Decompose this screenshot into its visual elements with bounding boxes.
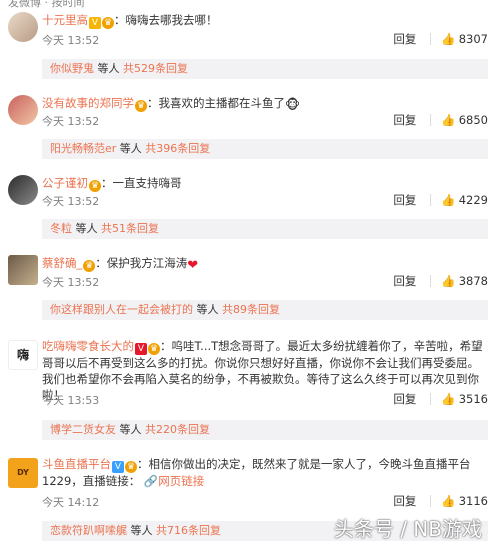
divider xyxy=(430,114,432,126)
thumbs-up-icon[interactable]: 👍 xyxy=(441,392,455,406)
sub-reply-user[interactable]: 恋款符趴啊嗦艉 xyxy=(50,524,127,537)
top-cut-text: 发微博 · 按时间 xyxy=(8,0,85,9)
reply-button[interactable]: 回复 xyxy=(393,32,416,46)
username[interactable]: 没有故事的郑同学 xyxy=(42,96,134,110)
avatar[interactable] xyxy=(8,255,38,285)
thumbs-up-icon[interactable]: 👍 xyxy=(441,193,455,207)
comment-time: 今天 14:12 xyxy=(42,496,100,509)
divider xyxy=(430,33,432,45)
level-badge-icon: ♛ xyxy=(125,461,137,473)
reply-button[interactable]: 回复 xyxy=(393,193,416,207)
sub-reply-count[interactable]: 共529条回复 xyxy=(123,62,188,75)
sub-reply-box[interactable]: 你这样跟别人在一起会被打的 等人 共89条回复 xyxy=(42,300,488,320)
comment-time: 今天 13:53 xyxy=(42,394,100,407)
thumbs-up-icon[interactable]: 👍 xyxy=(441,32,455,46)
sub-reply-user[interactable]: 你这样跟别人在一起会被打的 xyxy=(50,303,193,316)
thumbs-up-icon[interactable]: 👍 xyxy=(441,113,455,127)
divider xyxy=(430,393,432,405)
watermark: 头条号 / NB游戏 xyxy=(333,517,482,541)
crown-badge-icon: ♛ xyxy=(102,17,114,29)
reply-button[interactable]: 回复 xyxy=(393,494,416,508)
level-badge-icon: ♛ xyxy=(89,180,101,192)
divider xyxy=(430,275,432,287)
web-link[interactable]: 网页链接 xyxy=(158,474,204,488)
like-count: 3516 xyxy=(458,392,488,406)
avatar[interactable] xyxy=(8,95,38,125)
verified-badge-icon: V xyxy=(135,343,147,355)
comment-time: 今天 13:52 xyxy=(42,195,100,208)
comment-time: 今天 13:52 xyxy=(42,276,100,289)
comment-text: ：嗨嗨去哪我去哪！ xyxy=(114,13,218,27)
sub-reply-box[interactable]: 阳光畅畅范er 等人 共396条回复 xyxy=(42,139,488,159)
divider xyxy=(430,194,432,206)
comment-text: ：我喜欢的主播都在斗鱼了 xyxy=(147,96,285,110)
avatar[interactable] xyxy=(8,12,38,42)
username[interactable]: 公子谨初 xyxy=(42,176,88,190)
heart-emoji-icon: ❤ xyxy=(187,258,199,273)
sub-reply-user[interactable]: 阳光畅畅范er xyxy=(50,142,116,155)
level-badge-icon: ♛ xyxy=(135,100,147,112)
thumbs-up-icon[interactable]: 👍 xyxy=(441,274,455,288)
comment-time: 今天 13:52 xyxy=(42,34,100,47)
sub-reply-count[interactable]: 共716条回复 xyxy=(156,524,221,537)
comment-text: ：一直支持嗨哥 xyxy=(101,176,182,190)
like-count: 6850 xyxy=(458,113,488,127)
divider xyxy=(430,495,432,507)
sub-reply-count[interactable]: 共220条回复 xyxy=(145,423,210,436)
monkey-emoji-icon: 🐵 xyxy=(285,98,301,113)
username[interactable]: 吃嗨嗨零食长大的 xyxy=(42,339,134,353)
comment-time: 今天 13:52 xyxy=(42,115,100,128)
sub-reply-user[interactable]: 你似野鬼 xyxy=(50,62,94,75)
avatar[interactable]: DY xyxy=(8,458,38,488)
thumbs-up-icon[interactable]: 👍 xyxy=(441,494,455,508)
douyu-logo-icon: DY xyxy=(17,468,29,477)
sub-reply-box[interactable]: 你似野鬼 等人 共529条回复 xyxy=(42,59,488,79)
level-badge-icon: ♛ xyxy=(148,343,160,355)
verified-badge-icon: V xyxy=(89,17,101,29)
link-icon: 🔗 xyxy=(140,474,159,488)
verified-badge-icon: V xyxy=(112,461,124,473)
comment-text: ：保护我方江海涛 xyxy=(95,256,188,270)
like-count: 3116 xyxy=(458,494,488,508)
username[interactable]: 十元里高 xyxy=(42,13,88,27)
like-count: 4229 xyxy=(458,193,488,207)
like-count: 8307 xyxy=(458,32,488,46)
like-count: 3878 xyxy=(458,274,488,288)
sub-reply-box[interactable]: 博学二货女友 等人 共220条回复 xyxy=(42,420,488,440)
level-badge-icon: ♛ xyxy=(83,260,96,272)
username[interactable]: 蔡舒确_ xyxy=(42,256,82,270)
avatar-glyph-icon: 嗨 xyxy=(16,348,29,362)
sub-reply-box[interactable]: 冬粒 等人 共51条回复 xyxy=(42,219,488,239)
sub-reply-user[interactable]: 博学二货女友 xyxy=(50,423,116,436)
reply-button[interactable]: 回复 xyxy=(393,113,416,127)
sub-reply-count[interactable]: 共51条回复 xyxy=(101,222,159,235)
avatar[interactable] xyxy=(8,175,38,205)
username[interactable]: 斗鱼直播平台 xyxy=(42,457,111,471)
sub-reply-count[interactable]: 共89条回复 xyxy=(222,303,280,316)
avatar[interactable]: 嗨 xyxy=(8,340,38,370)
reply-button[interactable]: 回复 xyxy=(393,274,416,288)
sub-reply-user[interactable]: 冬粒 xyxy=(50,222,72,235)
reply-button[interactable]: 回复 xyxy=(393,392,416,406)
sub-reply-count[interactable]: 共396条回复 xyxy=(145,142,210,155)
